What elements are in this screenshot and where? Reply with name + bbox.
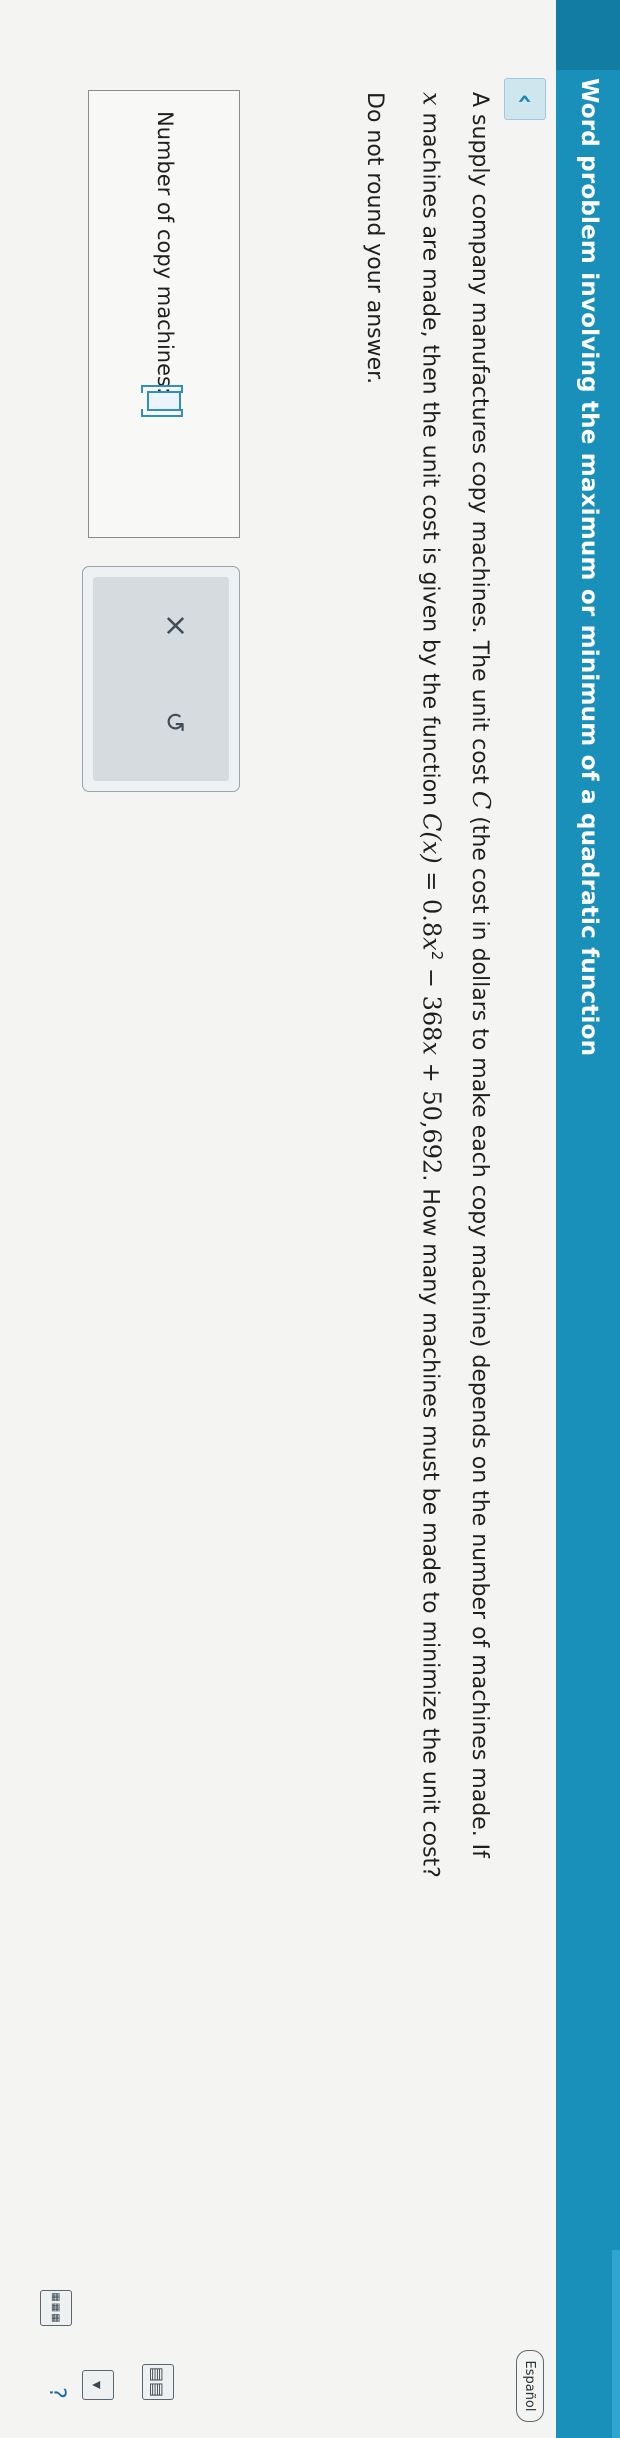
grid-icon[interactable]: ▤▤ <box>142 2364 174 2400</box>
action-panel: × ↺ <box>82 566 240 792</box>
header-bar: Word problem involving the maximum or mi… <box>556 0 620 2438</box>
question-text: A supply company manufactures copy machi… <box>353 92 502 2042</box>
equation-part: + 50,692 <box>417 1054 446 1175</box>
question-part: A supply company manufactures copy machi… <box>467 92 492 791</box>
language-button[interactable]: Español <box>516 2350 544 2422</box>
instruction-text: Do not round your answer. <box>361 92 387 385</box>
chevron-left-icon[interactable]: ‹ <box>504 78 546 120</box>
question-part: machines are made, then the unit cost is… <box>417 105 443 813</box>
equation-part: − 368 <box>417 960 446 1042</box>
page: Word problem involving the maximum or mi… <box>0 0 620 2438</box>
function-name: C(x) <box>417 812 446 864</box>
progress-bar <box>612 2250 620 2438</box>
help-icon[interactable]: ? <box>42 2376 72 2410</box>
answer-input[interactable] <box>147 391 181 411</box>
menu-icon[interactable] <box>556 0 620 70</box>
clear-button[interactable]: × <box>158 613 193 638</box>
page-title: Word problem involving the maximum or mi… <box>576 78 602 1057</box>
answer-box: Number of copy machines: <box>88 90 240 538</box>
variable-c: C <box>467 790 495 810</box>
undo-button[interactable]: ↺ <box>159 711 189 733</box>
variable-x: x <box>417 92 446 106</box>
calculator-icon[interactable]: ▦▦▦ <box>40 2290 72 2326</box>
exponent: 2 <box>428 950 446 961</box>
equation-var: x <box>417 1041 446 1055</box>
equation-var: x <box>417 937 446 951</box>
question-part: . How many machines must be made to mini… <box>417 1174 443 1878</box>
dropdown-triangle-icon[interactable]: ▾ <box>82 2370 114 2400</box>
answer-label: Number of copy machines: <box>153 111 177 395</box>
question-part: (the cost in dollars to make each copy m… <box>467 809 492 1858</box>
action-panel-inner: × ↺ <box>93 577 229 781</box>
equation-part: = 0.8 <box>417 863 446 938</box>
